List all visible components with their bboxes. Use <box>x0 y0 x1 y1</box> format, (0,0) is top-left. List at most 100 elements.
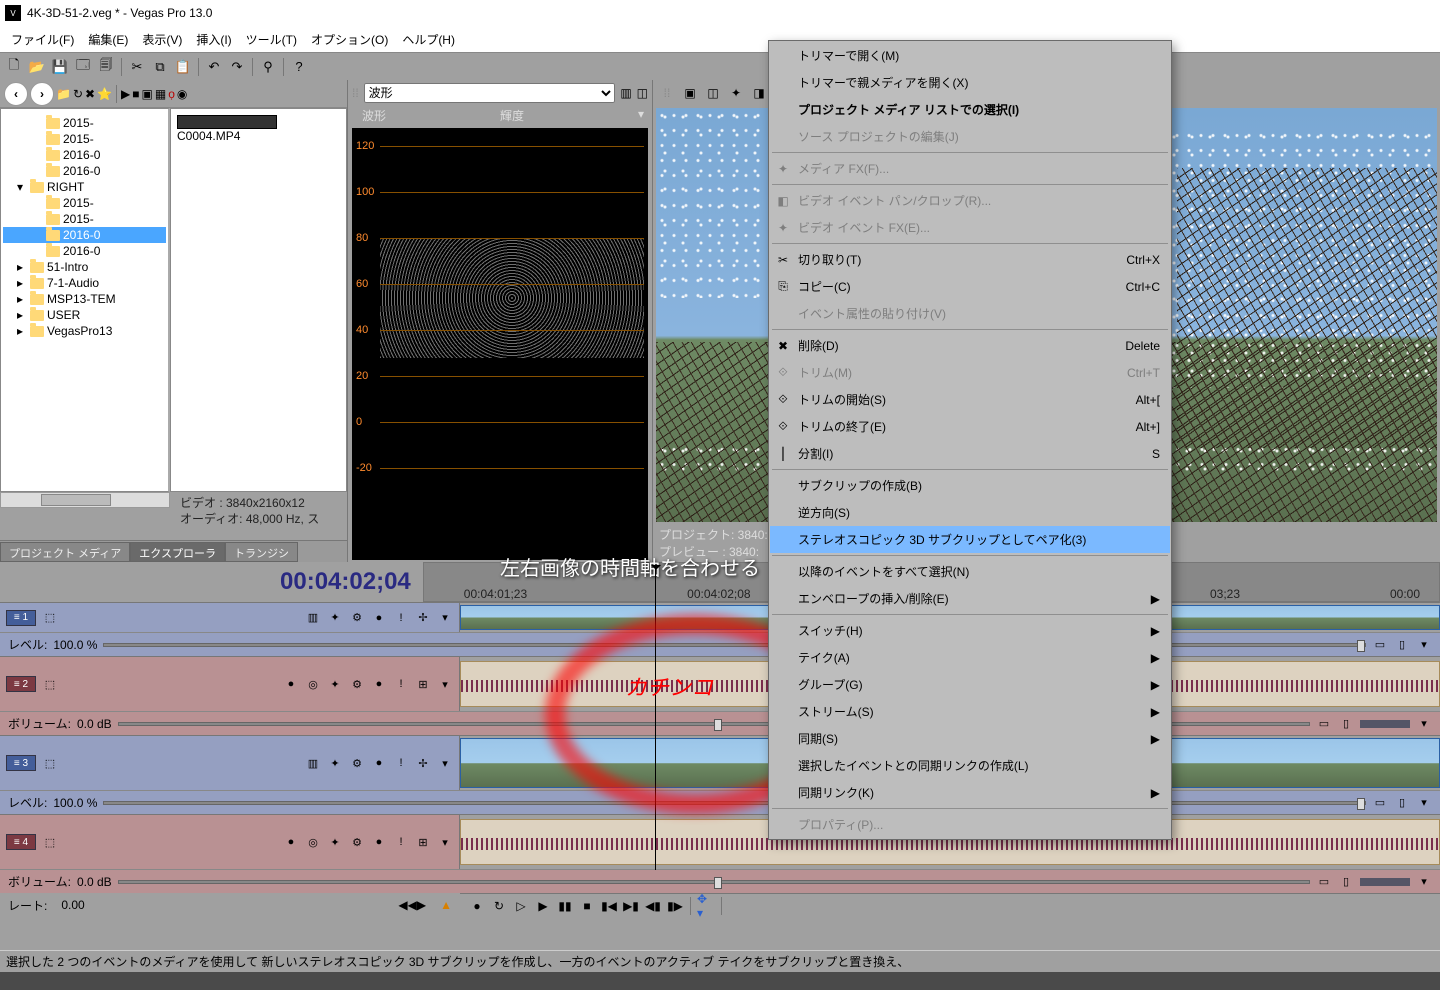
context-menu-item[interactable]: 選択したイベントとの同期リンクの作成(L) <box>770 752 1170 779</box>
context-menu-item[interactable]: ⟐トリムの終了(E)Alt+] <box>770 413 1170 440</box>
loop-icon[interactable]: ↻ <box>490 897 508 915</box>
tree-item[interactable]: ▸7-1-Audio <box>3 275 166 291</box>
tree-item[interactable]: ▾RIGHT <box>3 179 166 195</box>
motion-icon[interactable]: ✢ <box>415 610 431 626</box>
cursor-tool-icon[interactable]: ✥ ▾ <box>697 897 715 915</box>
split-icon[interactable]: ◨ <box>749 83 769 103</box>
tab-explorer[interactable]: エクスプローラ <box>130 542 225 562</box>
track-4-header[interactable]: ≡ 4 ⬚ ●◎✦ ⚙●! ⊞▾ <box>0 815 460 869</box>
up-icon[interactable]: 📁 <box>56 87 71 101</box>
menu-help[interactable]: ヘルプ(H) <box>396 28 461 51</box>
open-icon[interactable]: 📂 <box>27 57 47 77</box>
scope-btn1-icon[interactable]: ▥ <box>620 86 631 100</box>
rate-reset-icon[interactable]: ▲ <box>440 898 452 912</box>
more-icon[interactable]: ▾ <box>437 610 453 626</box>
opts-icon[interactable]: ọ <box>168 87 175 101</box>
context-menu-item[interactable]: 同期リンク(K)▶ <box>770 779 1170 806</box>
context-menu-item[interactable]: ステレオスコピック 3D サブクリップとしてペア化(3) <box>770 526 1170 553</box>
more-icon[interactable]: ▾ <box>1416 637 1432 653</box>
go-start-icon[interactable]: ▮◀ <box>600 897 618 915</box>
folder-tree[interactable]: 2015-2015-2016-02016-0▾RIGHT2015-2015-20… <box>0 108 170 492</box>
mute-icon[interactable]: ● <box>371 610 387 626</box>
nav-fwd-button[interactable]: › <box>30 82 54 106</box>
opts2-icon[interactable]: ◉ <box>177 87 187 101</box>
play-icon[interactable]: ▶ <box>534 897 552 915</box>
context-menu-item[interactable]: 以降のイベントをすべて選択(N) <box>770 558 1170 585</box>
move-icon[interactable]: ⁞⁞ <box>657 83 677 103</box>
play-icon[interactable]: ▶ <box>121 87 130 101</box>
help-icon[interactable]: ? <box>289 57 309 77</box>
cut-icon[interactable]: ✂ <box>127 57 147 77</box>
context-menu-item[interactable]: ⟐トリムの開始(S)Alt+[ <box>770 386 1170 413</box>
play-start-icon[interactable]: ▷ <box>512 897 530 915</box>
max-icon[interactable]: ▯ <box>1394 637 1410 653</box>
stop-icon[interactable]: ■ <box>132 87 139 101</box>
context-menu-item[interactable]: プロジェクト メディア リストでの選択(I) <box>770 96 1170 123</box>
context-menu-item[interactable]: ✂切り取り(T)Ctrl+X <box>770 246 1170 273</box>
undo-icon[interactable]: ↶ <box>204 57 224 77</box>
save-icon[interactable]: 💾 <box>50 57 70 77</box>
track-2-header[interactable]: ≡ 2 ⬚ ●◎✦ ⚙●! ⊞▾ <box>0 657 460 711</box>
tree-item[interactable]: 2015- <box>3 195 166 211</box>
menu-view[interactable]: 表示(V) <box>136 28 188 51</box>
file-list[interactable]: C0004.MP4 <box>170 108 347 492</box>
props-icon[interactable]: 🗔 <box>73 57 93 77</box>
track-1-header[interactable]: ≡ 1 ⬚ ▥ ✦ ⚙ ● ! ✢ ▾ <box>0 603 460 632</box>
media-thumb[interactable]: C0004.MP4 <box>175 113 285 145</box>
go-end-icon[interactable]: ▶▮ <box>622 897 640 915</box>
menu-insert[interactable]: 挿入(I) <box>190 28 237 51</box>
new-icon[interactable]: 🗋 <box>4 57 24 77</box>
auto-icon[interactable]: ▣ <box>142 87 153 101</box>
rate-scrub[interactable]: ◀◀▶ <box>398 898 426 912</box>
preview-q-icon[interactable]: ◫ <box>703 83 723 103</box>
context-menu-item[interactable]: 同期(S)▶ <box>770 725 1170 752</box>
record-icon[interactable]: ● <box>468 897 486 915</box>
copy-icon[interactable]: ⧉ <box>150 57 170 77</box>
context-menu-item[interactable]: 逆方向(S) <box>770 499 1170 526</box>
tree-item[interactable]: 2016-0 <box>3 227 166 243</box>
comp-icon[interactable]: ▥ <box>305 610 321 626</box>
track-3-header[interactable]: ≡ 3 ⬚ ▥✦⚙ ●!✢▾ <box>0 736 460 790</box>
tree-item[interactable]: 2015- <box>3 211 166 227</box>
context-menu-item[interactable]: トリマーで開く(M) <box>770 42 1170 69</box>
scope-mode-select[interactable]: 波形 <box>364 83 616 103</box>
view-icon[interactable]: ▦ <box>155 87 166 101</box>
snap-icon[interactable]: ⚲ <box>258 57 278 77</box>
move-icon[interactable]: ⁞⁞ <box>352 86 359 100</box>
tree-item[interactable]: 2016-0 <box>3 147 166 163</box>
render-icon[interactable]: 🗐 <box>96 57 116 77</box>
h-scrollbar[interactable] <box>0 492 170 508</box>
context-menu-item[interactable]: トリマーで親メディアを開く(X) <box>770 69 1170 96</box>
refresh-icon[interactable]: ↻ <box>73 87 83 101</box>
fx-icon[interactable]: ✦ <box>327 610 343 626</box>
tree-item[interactable]: 2016-0 <box>3 163 166 179</box>
scope-btn2-icon[interactable]: ◫ <box>637 86 648 100</box>
context-menu-item[interactable]: エンベロープの挿入/削除(E)▶ <box>770 585 1170 612</box>
bypass-icon[interactable]: ⬚ <box>42 610 58 626</box>
context-menu-item[interactable]: サブクリップの作成(B) <box>770 472 1170 499</box>
context-menu-item[interactable]: ストリーム(S)▶ <box>770 698 1170 725</box>
bypass-icon[interactable]: ⬚ <box>42 676 58 692</box>
tree-item[interactable]: 2015- <box>3 115 166 131</box>
tree-item[interactable]: 2015- <box>3 131 166 147</box>
tree-item[interactable]: ▸51-Intro <box>3 259 166 275</box>
min-icon[interactable]: ▭ <box>1372 637 1388 653</box>
context-menu-item[interactable]: ⎮分割(I)S <box>770 440 1170 467</box>
paste-icon[interactable]: 📋 <box>173 57 193 77</box>
tree-item[interactable]: ▸MSP13-TEM <box>3 291 166 307</box>
menu-edit[interactable]: 編集(E) <box>82 28 134 51</box>
prev-icon[interactable]: ◀▮ <box>644 897 662 915</box>
redo-icon[interactable]: ↷ <box>227 57 247 77</box>
stop-icon[interactable]: ■ <box>578 897 596 915</box>
context-menu-item[interactable]: グループ(G)▶ <box>770 671 1170 698</box>
menu-option[interactable]: オプション(O) <box>305 28 394 51</box>
nav-back-button[interactable]: ‹ <box>4 82 28 106</box>
context-menu-item[interactable]: ✖削除(D)Delete <box>770 332 1170 359</box>
menu-file[interactable]: ファイル(F) <box>5 28 80 51</box>
tree-item[interactable]: 2016-0 <box>3 243 166 259</box>
ext-mon-icon[interactable]: ▣ <box>680 83 700 103</box>
tree-item[interactable]: ▸USER <box>3 307 166 323</box>
auto-icon[interactable]: ⚙ <box>349 610 365 626</box>
fav-icon[interactable]: ⭐ <box>97 87 112 101</box>
menu-tool[interactable]: ツール(T) <box>240 28 303 51</box>
